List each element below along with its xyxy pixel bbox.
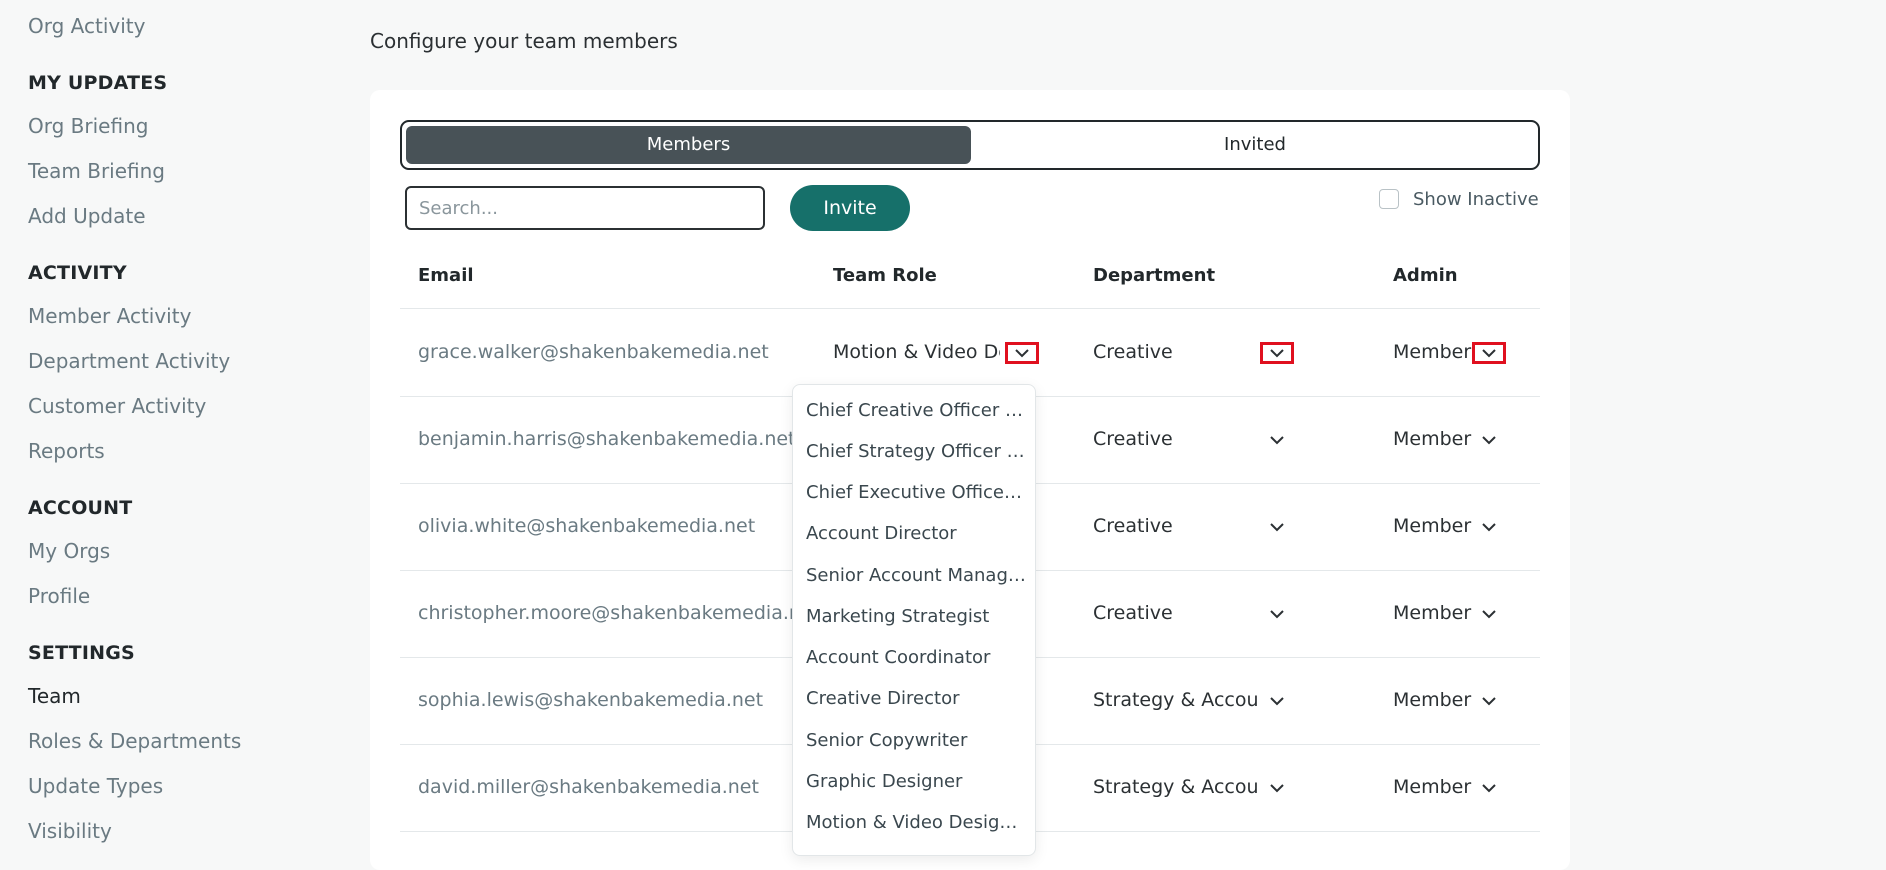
member-department: Creative (1093, 515, 1173, 537)
sidebar-item-team-briefing[interactable]: Team Briefing (28, 159, 165, 183)
tab-bar: Members Invited (400, 120, 1540, 170)
section-heading-account: ACCOUNT (28, 497, 133, 519)
team-role-dropdown-menu: Chief Creative Officer (… Chief Strategy… (792, 384, 1036, 856)
sidebar-item-roles-departments[interactable]: Roles & Departments (28, 729, 241, 753)
show-inactive-checkbox[interactable] (1379, 189, 1399, 209)
sidebar-item-visibility[interactable]: Visibility (28, 819, 112, 843)
sidebar-item-org-briefing[interactable]: Org Briefing (28, 114, 148, 138)
page-subtitle: Configure your team members (370, 29, 678, 53)
dropdown-option[interactable]: Chief Executive Officer … (806, 481, 1028, 505)
tab-invited[interactable]: Invited (974, 126, 1536, 164)
member-email: benjamin.harris@shakenbakemedia.net (418, 428, 796, 450)
member-admin-status: Member (1393, 341, 1472, 363)
department-chevron-down-icon[interactable] (1260, 690, 1294, 712)
member-department: Strategy & Account (1093, 689, 1260, 711)
section-heading-my-updates: MY UPDATES (28, 72, 168, 94)
admin-chevron-down-icon[interactable] (1472, 690, 1506, 712)
admin-chevron-down-icon[interactable] (1472, 603, 1506, 625)
department-chevron-down-icon[interactable] (1260, 516, 1294, 538)
department-chevron-down-icon[interactable] (1260, 429, 1294, 451)
sidebar-item-my-orgs[interactable]: My Orgs (28, 539, 110, 563)
department-chevron-down-icon[interactable] (1260, 342, 1294, 364)
member-department: Strategy & Account (1093, 776, 1260, 798)
dropdown-option[interactable]: Chief Strategy Officer (… (806, 440, 1028, 464)
member-admin-status: Member (1393, 776, 1472, 798)
show-inactive-label: Show Inactive (1413, 188, 1539, 210)
member-email: sophia.lewis@shakenbakemedia.net (418, 689, 764, 711)
admin-chevron-down-icon[interactable] (1472, 429, 1506, 451)
member-email: christopher.moore@shakenbakemedia.net (418, 602, 798, 624)
invite-button[interactable]: Invite (790, 185, 910, 231)
dropdown-option[interactable]: Chief Creative Officer (… (806, 399, 1028, 423)
show-inactive-toggle: Show Inactive (1379, 188, 1539, 210)
dropdown-option[interactable]: Senior Copywriter (806, 729, 1028, 753)
sidebar-item-profile[interactable]: Profile (28, 584, 90, 608)
dropdown-option[interactable]: Account Director (806, 522, 1028, 546)
sidebar: Org Activity MY UPDATES Org Briefing Tea… (0, 0, 360, 843)
column-header-team-role: Team Role (833, 265, 937, 286)
column-header-admin: Admin (1393, 265, 1458, 286)
member-admin-status: Member (1393, 515, 1472, 537)
member-email: olivia.white@shakenbakemedia.net (418, 515, 756, 537)
member-department: Creative (1093, 602, 1173, 624)
member-team-role: Motion & Video Designer (833, 341, 1000, 363)
sidebar-item-member-activity[interactable]: Member Activity (28, 304, 191, 328)
member-admin-status: Member (1393, 602, 1472, 624)
tab-members[interactable]: Members (406, 126, 971, 164)
admin-chevron-down-icon[interactable] (1472, 342, 1506, 364)
dropdown-option[interactable]: Graphic Designer (806, 770, 1028, 794)
sidebar-item-team[interactable]: Team (28, 684, 81, 708)
section-heading-activity: ACTIVITY (28, 262, 127, 284)
department-chevron-down-icon[interactable] (1260, 777, 1294, 799)
dropdown-option[interactable]: Account Coordinator (806, 646, 1028, 670)
sidebar-item-add-update[interactable]: Add Update (28, 204, 146, 228)
dropdown-option[interactable]: Creative Director (806, 687, 1028, 711)
dropdown-option[interactable]: Motion & Video Designer (806, 811, 1028, 835)
member-department: Creative (1093, 428, 1173, 450)
sidebar-item-customer-activity[interactable]: Customer Activity (28, 394, 206, 418)
member-department: Creative (1093, 341, 1173, 363)
section-heading-settings: SETTINGS (28, 642, 135, 664)
department-chevron-down-icon[interactable] (1260, 603, 1294, 625)
sidebar-item-org-activity[interactable]: Org Activity (28, 14, 145, 38)
member-email: grace.walker@shakenbakemedia.net (418, 341, 769, 363)
search-input[interactable] (405, 186, 765, 230)
sidebar-item-update-types[interactable]: Update Types (28, 774, 163, 798)
admin-chevron-down-icon[interactable] (1472, 516, 1506, 538)
column-header-email: Email (418, 265, 474, 286)
member-email: david.miller@shakenbakemedia.net (418, 776, 759, 798)
member-admin-status: Member (1393, 689, 1472, 711)
column-header-department: Department (1093, 265, 1216, 286)
dropdown-option[interactable]: Marketing Strategist (806, 605, 1028, 629)
dropdown-option[interactable]: Senior Account Manag… (806, 564, 1028, 588)
sidebar-item-reports[interactable]: Reports (28, 439, 105, 463)
sidebar-item-department-activity[interactable]: Department Activity (28, 349, 230, 373)
team-role-chevron-down-icon[interactable] (1005, 342, 1039, 364)
admin-chevron-down-icon[interactable] (1472, 777, 1506, 799)
member-admin-status: Member (1393, 428, 1472, 450)
